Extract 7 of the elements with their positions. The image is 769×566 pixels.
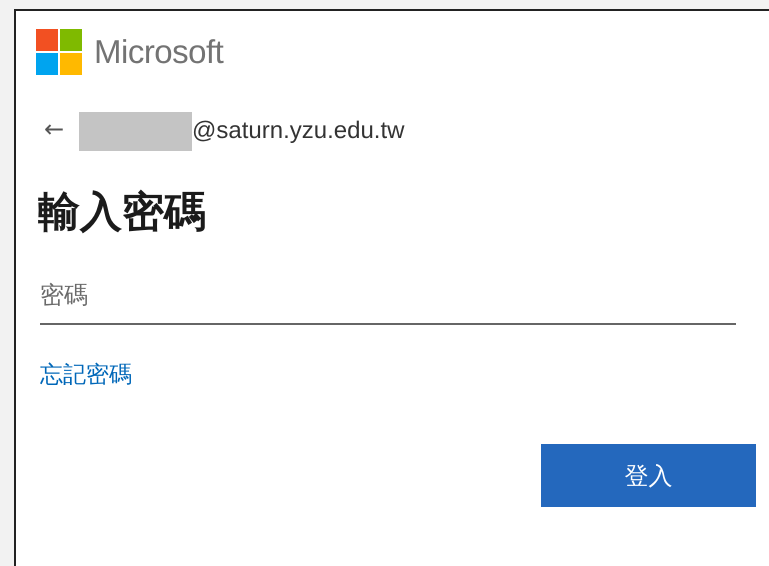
- forgot-password-link[interactable]: 忘記密碼: [40, 359, 132, 390]
- page-title: 輸入密碼: [38, 187, 207, 237]
- sign-in-button[interactable]: 登入: [541, 444, 756, 507]
- brand-name: Microsoft: [94, 33, 224, 71]
- back-button[interactable]: ←: [36, 115, 79, 147]
- logo-icon: [36, 29, 82, 75]
- account-email: @saturn.yzu.edu.tw: [192, 117, 404, 145]
